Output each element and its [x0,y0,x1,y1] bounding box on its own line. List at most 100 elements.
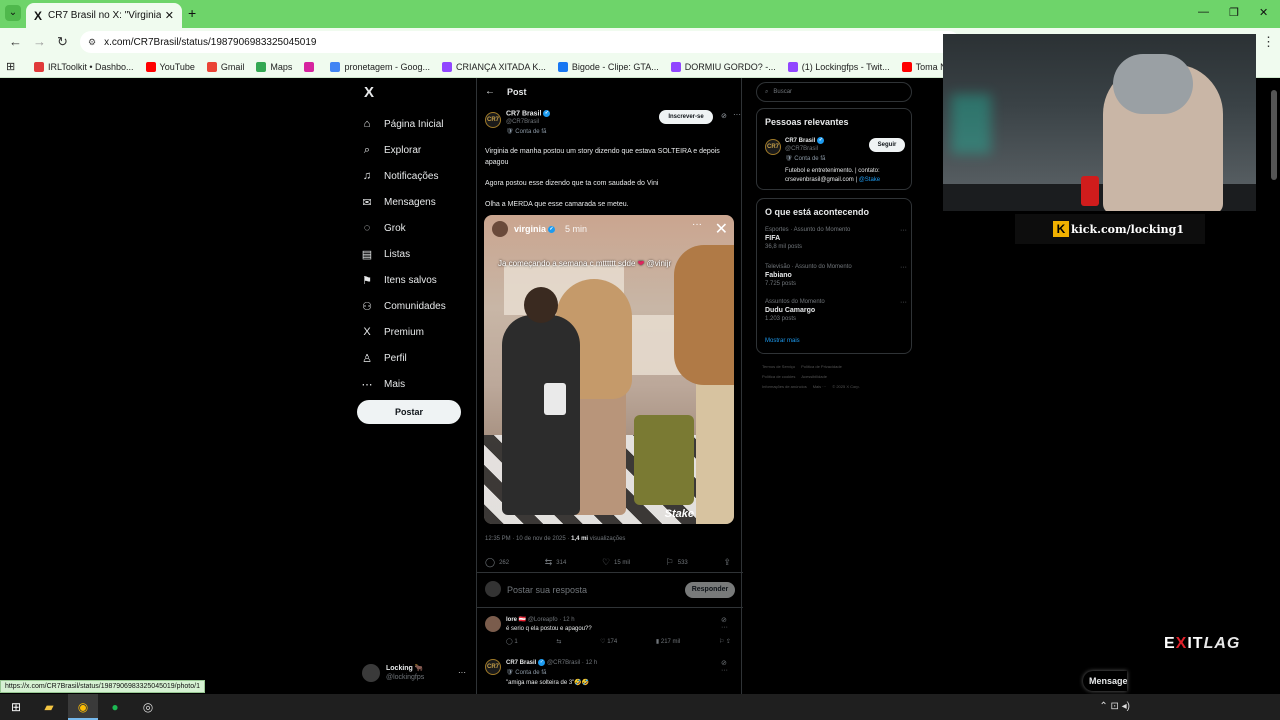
nav-item[interactable]: ⚑ Itens salvos [360,267,470,293]
show-more-link[interactable]: Mostrar mais [765,338,800,344]
browser-tab-active[interactable]: X CR7 Brasil no X: "Virginia de m... ✕ [26,3,182,28]
nav-item[interactable]: ▤ Listas [360,241,470,267]
bookmark-action[interactable]: ⚐ 533 [666,557,688,568]
footer-link[interactable]: Acessibilidade [801,374,827,379]
nav-item[interactable]: ⌕ Explorar [360,137,470,163]
post-button[interactable]: Postar [357,400,461,424]
share-action[interactable]: ⇪ [723,557,735,568]
trend-more-icon[interactable]: ··· [900,227,907,234]
forward-arrow-icon[interactable]: → [33,34,46,49]
footer-link[interactable]: Informações de anúncios [762,384,807,389]
bookmark-item[interactable]: CRIANÇA XITADA K... [442,61,546,72]
x-logo-icon[interactable]: X [364,84,470,101]
bookmark-item[interactable]: Gmail [206,61,244,72]
spotify-icon[interactable]: ● [107,699,123,715]
trend-item[interactable]: Assuntos do Momento Dudu Camargo 1.203 pos… [765,299,907,322]
search-input[interactable]: ⌕ Buscar [756,82,912,102]
post-image[interactable]: virginia ✓ 5 min ··· ✕ Ja começando a se… [484,215,734,524]
system-tray[interactable]: ⌃ ⊡ ◂) [1099,701,1130,712]
author-handle[interactable]: @CR7Brasil [506,119,539,125]
reply-repost-action[interactable]: ⇆ [556,638,561,645]
close-window-button[interactable]: ✕ [1259,6,1268,19]
browser-menu-icon[interactable]: ⋮ [1262,34,1275,50]
reply-composer: Postar sua resposta Responder [477,572,743,608]
reply-action[interactable]: ◯ 262 [485,557,509,568]
bookmark-item[interactable]: Bigode - Clipe: GTA... [557,61,659,72]
bookmark-item[interactable]: (1) Lockingfps - Twit... [787,61,890,72]
tab-close-icon[interactable]: ✕ [165,9,174,22]
address-bar[interactable]: ⚙ x.com/CR7Brasil/status/198790698332504… [80,31,960,53]
footer-link[interactable]: Política de Privacidade [801,364,842,369]
account-handle: @lockingfps [386,674,425,681]
footer-link[interactable]: Política de cookies [762,374,795,379]
tab-search-chevron-icon[interactable]: ⌄ [5,5,21,21]
reply-author-handle[interactable]: @Loreapfo [528,617,558,623]
bookmark-favicon-icon [787,61,798,72]
bookmark-item[interactable] [304,61,318,72]
bookmark-item[interactable]: pronetagem - Goog... [330,61,430,72]
follow-button[interactable]: Seguir [869,138,905,152]
author-name[interactable]: CR7 Brasil ✓ [506,110,551,117]
footer-link[interactable]: Termos de Serviço [762,364,795,369]
apps-grid-icon[interactable]: ⊞ [6,60,20,73]
messages-drawer-button[interactable]: Mensagens [1083,671,1127,691]
bookmark-item[interactable]: YouTube [145,61,195,72]
obs-icon[interactable]: ◎ [140,699,156,715]
trend-more-icon[interactable]: ··· [900,264,907,271]
minimize-button[interactable]: — [1198,6,1209,18]
trend-item[interactable]: Esportes · Assunto do Momento FIFA 36,8 mi… [765,227,907,250]
relevant-handle[interactable]: @CR7Brasil [785,146,818,152]
post-time[interactable]: 12:35 PM · 10 de nov de 2025 · [485,536,569,542]
reply-reply-action[interactable]: ◯ 1 [506,638,518,645]
repost-action[interactable]: ⇆ 314 [545,557,567,568]
reply-bookmark-icon[interactable]: ⚐ ⇪ [719,638,731,645]
back-arrow-icon[interactable]: ← [9,34,22,49]
reload-icon[interactable]: ↻ [57,34,68,50]
bookmark-item[interactable]: Maps [256,61,292,72]
reply-author-handle[interactable]: @CR7Brasil [547,660,580,666]
scrollbar-thumb[interactable] [1271,90,1277,180]
page-scrollbar[interactable] [1270,82,1278,696]
author-avatar[interactable]: CR7 [485,112,501,128]
bookmark-item[interactable]: DORMIU GORDO? -... [670,61,776,72]
like-action[interactable]: ♡ 15 mil [602,557,630,568]
bookmark-item[interactable]: IRLToolkit • Dashbo... [34,61,134,72]
reply-button[interactable]: Responder [685,582,735,598]
nav-item[interactable]: ♙ Perfil [360,345,470,371]
footer-link[interactable]: © 2025 X Corp. [832,384,860,389]
site-info-icon[interactable]: ⚙ [88,37,96,48]
chrome-icon[interactable]: ◉ [75,699,91,715]
reply-avatar[interactable] [485,616,501,632]
reply-time: · 12 h [559,617,575,623]
reply-input[interactable]: Postar sua resposta [507,585,587,595]
relevant-avatar[interactable]: CR7 [765,139,781,155]
reply-like-action[interactable]: ♡ 174 [600,638,617,645]
nav-item[interactable]: ⋯ Mais [360,371,470,397]
subscribe-button[interactable]: Inscrever-se [659,110,713,124]
footer-link[interactable]: Mais ··· [813,384,827,389]
reply-author-name[interactable]: lore 🇦🇹 [506,617,526,623]
windows-start-icon[interactable]: ⊞ [8,699,24,715]
nav-item[interactable]: ✉ Mensagens [360,189,470,215]
more-icon[interactable]: ··· [458,668,466,677]
back-arrow-icon[interactable]: ← [485,86,495,97]
nav-item[interactable]: ◌ Grok [360,215,470,241]
reply-more-icon[interactable]: ⊘ ··· [721,659,735,674]
restore-button[interactable]: ❐ [1229,6,1239,19]
bio-link[interactable]: @Stake [859,177,880,183]
trend-item[interactable]: Televisão · Assunto do Momento Fabiano 7.7… [765,264,907,287]
reply-more-icon[interactable]: ⊘ ··· [721,616,735,631]
post-more-icon[interactable]: ··· [733,110,741,119]
nav-item[interactable]: ⌂ Página Inicial [360,111,470,137]
grok-icon[interactable]: ⊘ [721,112,727,120]
trend-more-icon[interactable]: ··· [900,299,907,306]
relevant-name[interactable]: CR7 Brasil ✓ [785,137,825,144]
nav-item[interactable]: ⚇ Comunidades [360,293,470,319]
nav-item[interactable]: X Premium [360,319,470,345]
reply-author-name[interactable]: CR7 Brasil [506,660,536,666]
new-tab-button[interactable]: + [188,5,196,21]
nav-item[interactable]: ♫ Notificações [360,163,470,189]
reply-avatar[interactable]: CR7 [485,659,501,675]
reply-views[interactable]: ▮ 217 mil [656,638,680,645]
file-explorer-icon[interactable]: ▰ [41,699,57,715]
